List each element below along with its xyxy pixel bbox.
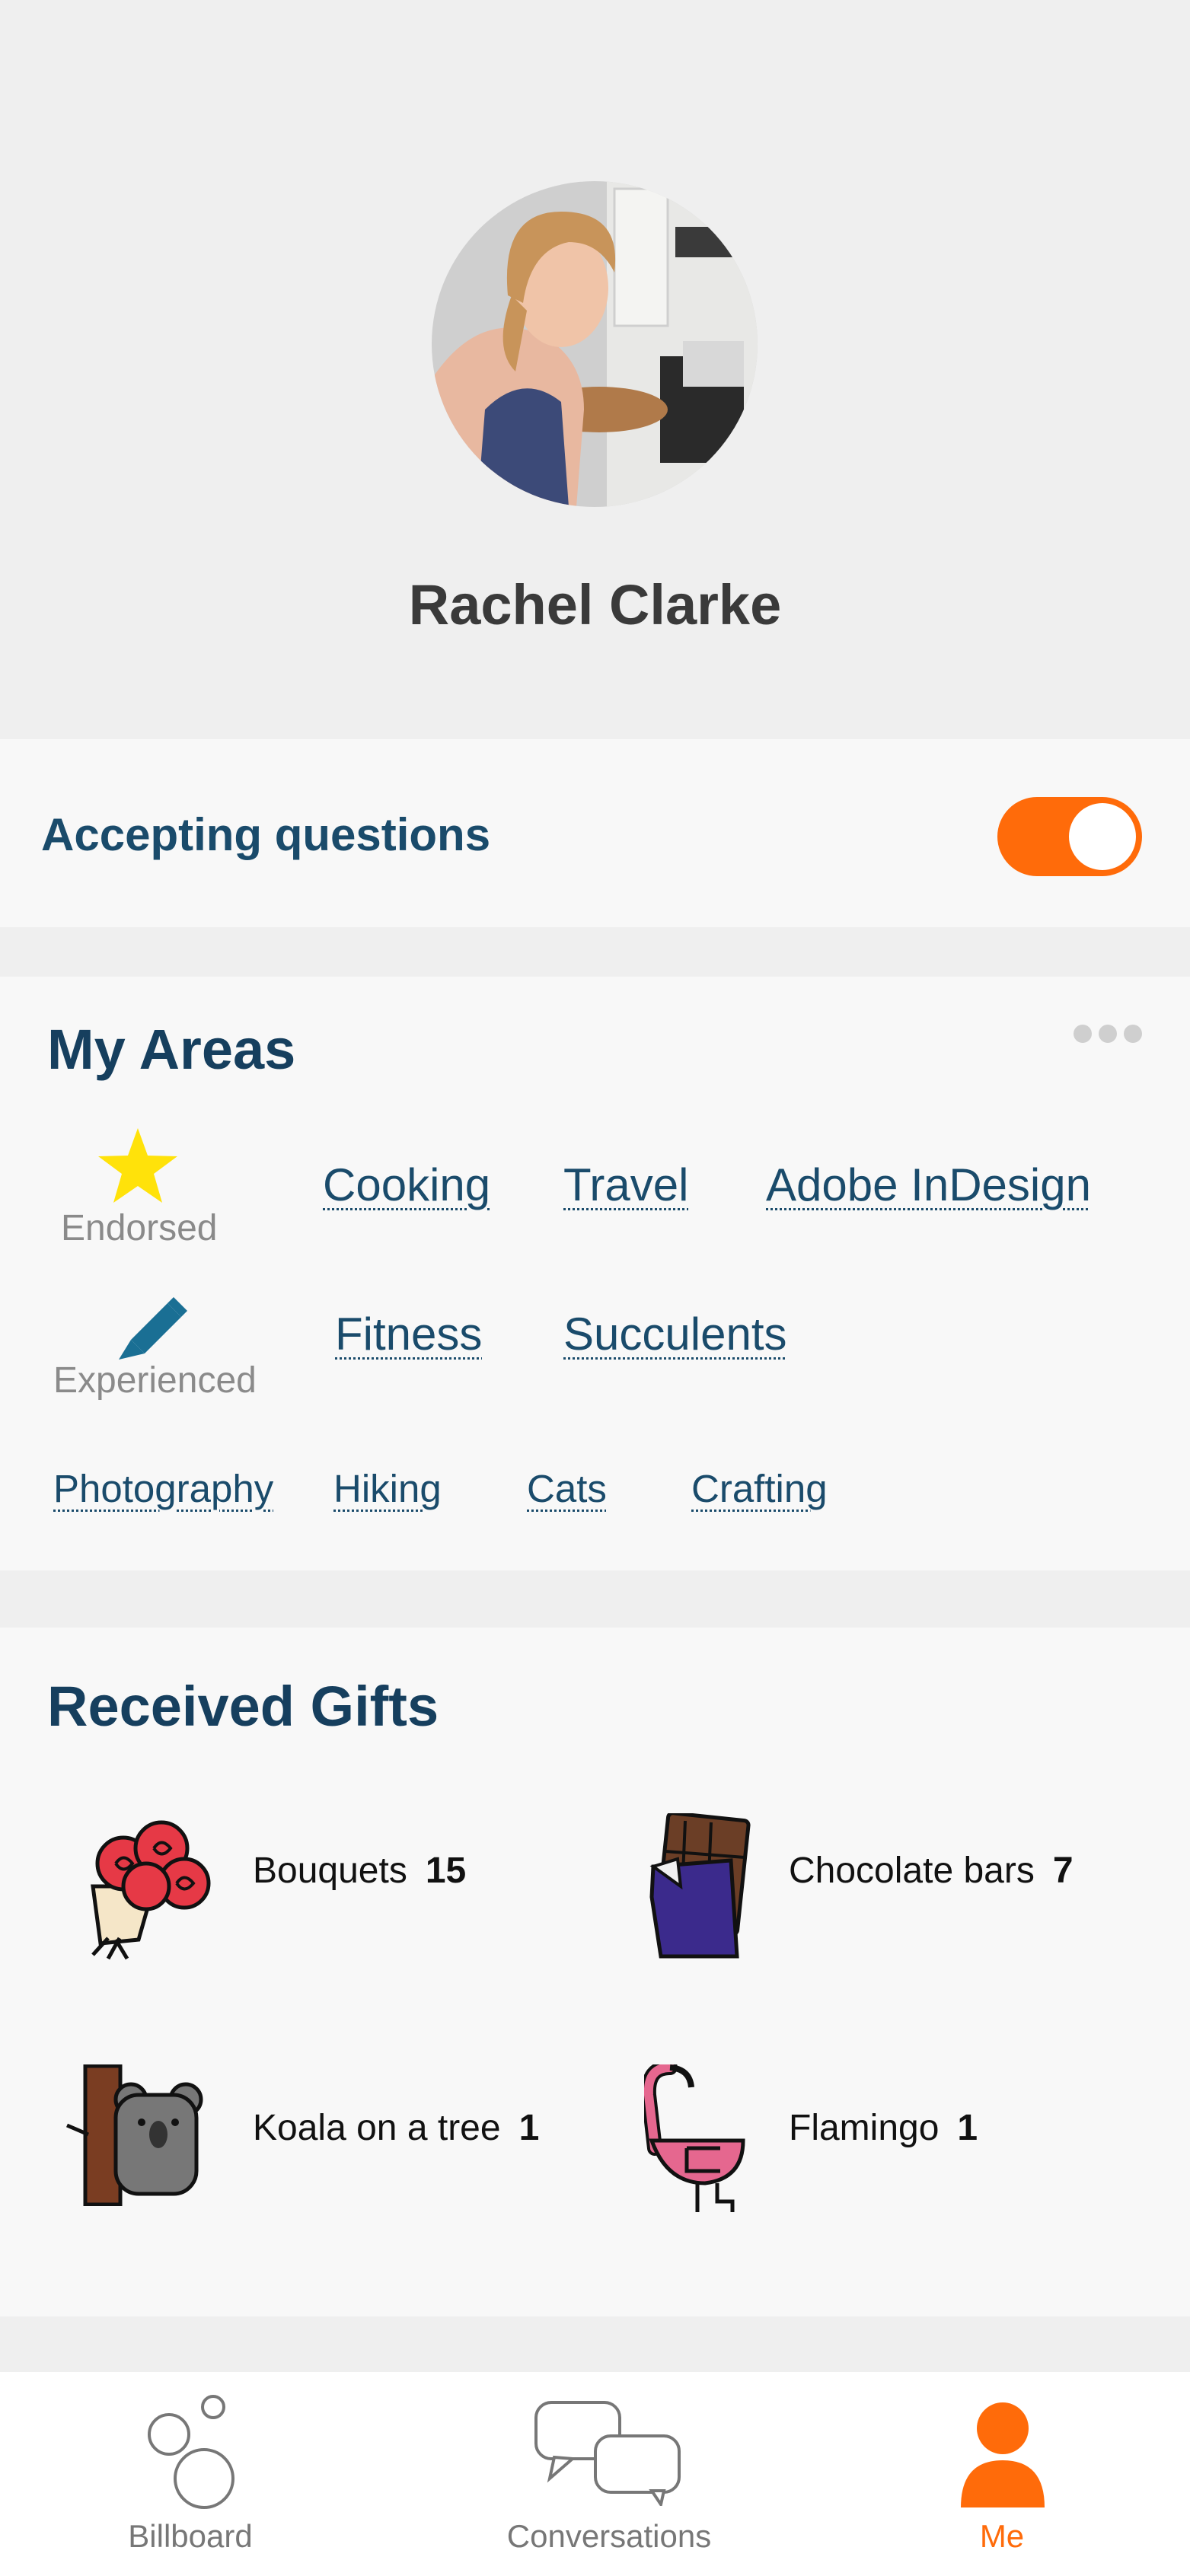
- endorsed-label: Endorsed: [61, 1208, 218, 1248]
- accepting-questions-toggle[interactable]: [997, 797, 1142, 876]
- nav-tab-me[interactable]: Me: [926, 2390, 1078, 2565]
- area-tag-succulents[interactable]: Succulents: [563, 1308, 787, 1360]
- area-tag-hiking[interactable]: Hiking: [333, 1466, 442, 1511]
- person-icon: [961, 2402, 1045, 2507]
- area-tag-crafting[interactable]: Crafting: [691, 1466, 828, 1511]
- gifts-title: Received Gifts: [47, 1675, 439, 1738]
- more-options-icon[interactable]: [1074, 1022, 1142, 1045]
- profile-name: Rachel Clarke: [408, 573, 782, 636]
- toggle-knob: [1069, 803, 1136, 870]
- chocolate-bar-icon: [649, 1813, 751, 1959]
- gift-item-chocolate-bars: Chocolate bars 7: [789, 1850, 1074, 1892]
- chat-icon: [534, 2401, 681, 2506]
- koala-icon: [66, 2064, 203, 2206]
- bubbles-icon: [148, 2395, 234, 2509]
- gift-item-flamingo: Flamingo 1: [789, 2107, 978, 2149]
- bouquet-icon: [91, 1820, 211, 1960]
- nav-label-me: Me: [979, 2518, 1025, 2554]
- area-tag-photography[interactable]: Photography: [53, 1466, 273, 1511]
- gift-item-koala-on-a-tree: Koala on a tree 1: [253, 2107, 539, 2149]
- pencil-icon: [119, 1297, 187, 1360]
- area-tag-cooking[interactable]: Cooking: [323, 1159, 490, 1211]
- avatar-photo: [432, 181, 758, 507]
- nav-tab-conversations[interactable]: Conversations: [487, 2390, 731, 2565]
- areas-title: My Areas: [47, 1018, 296, 1081]
- gift-count: 15: [425, 1851, 467, 1891]
- avatar[interactable]: [432, 181, 758, 507]
- nav-label-billboard: Billboard: [128, 2518, 253, 2554]
- gift-name: Bouquets: [253, 1851, 407, 1891]
- area-tag-cats[interactable]: Cats: [527, 1466, 607, 1511]
- gift-count: 1: [518, 2108, 540, 2148]
- gift-name: Koala on a tree: [253, 2108, 501, 2148]
- gift-name: Chocolate bars: [789, 1851, 1035, 1891]
- area-tag-travel[interactable]: Travel: [563, 1159, 688, 1211]
- gift-count: 7: [1052, 1851, 1074, 1891]
- star-icon: [98, 1128, 177, 1203]
- nav-label-conversations: Conversations: [506, 2518, 712, 2554]
- flamingo-icon: [644, 2064, 745, 2212]
- gift-item-bouquets: Bouquets 15: [253, 1850, 466, 1892]
- nav-tab-billboard[interactable]: Billboard: [114, 2390, 266, 2565]
- gift-count: 1: [957, 2108, 978, 2148]
- gift-name: Flamingo: [789, 2108, 940, 2148]
- area-tag-fitness[interactable]: Fitness: [335, 1308, 482, 1360]
- availability-label: Accepting questions: [41, 809, 491, 860]
- area-tag-adobe-indesign[interactable]: Adobe InDesign: [766, 1159, 1091, 1211]
- experienced-label: Experienced: [53, 1360, 257, 1401]
